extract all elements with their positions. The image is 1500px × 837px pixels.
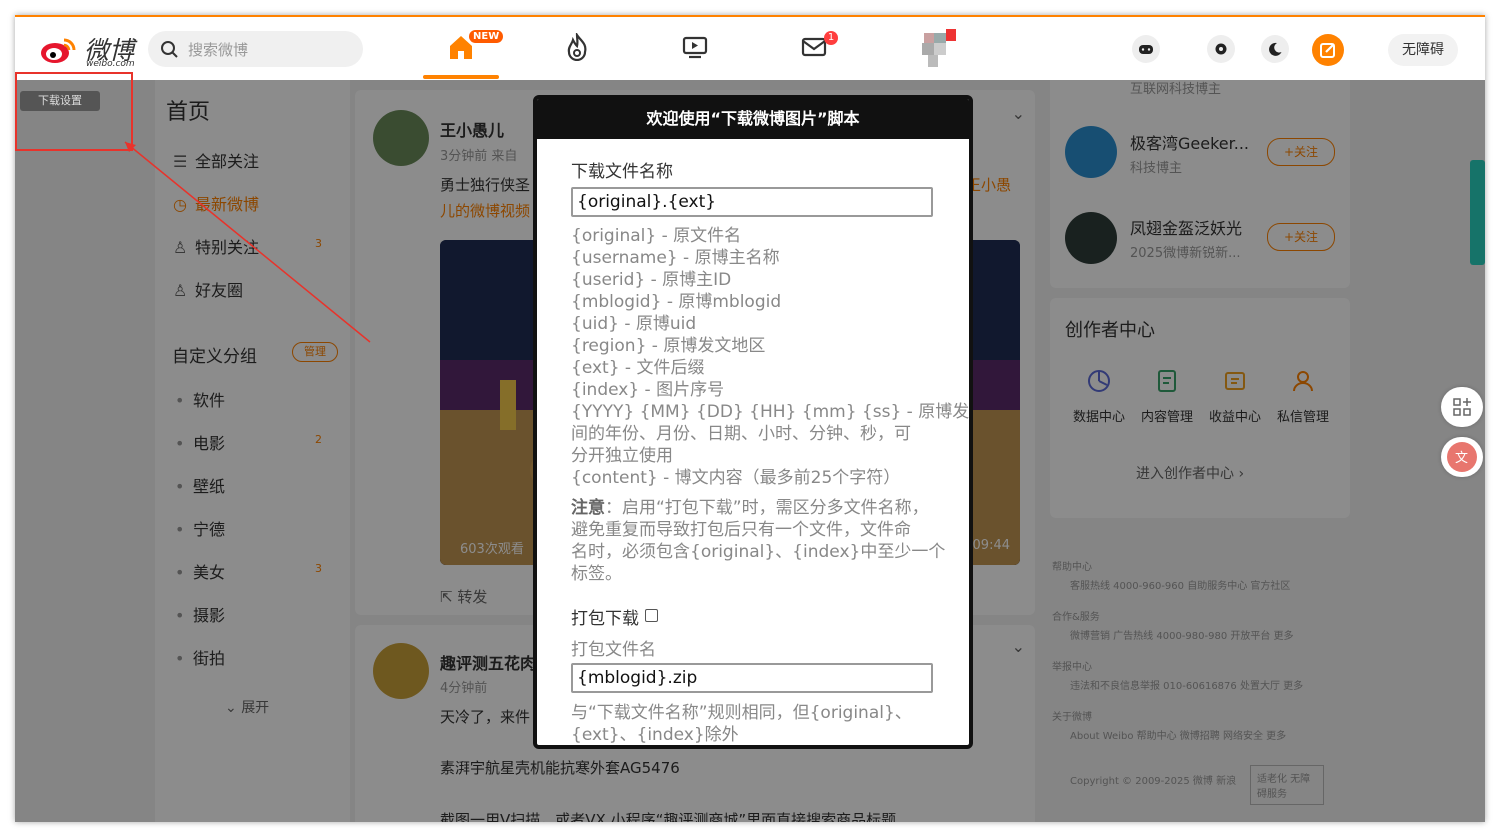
video-icon <box>682 36 708 59</box>
brand-domain: weibo.com <box>86 59 135 69</box>
annotation-arrow <box>124 141 371 343</box>
download-settings-dialog: 欢迎使用“下载微博图片”脚本 下载文件名称 {original}.{ext} {… <box>533 95 973 749</box>
zip-download-toggle[interactable]: 打包下载 <box>571 604 658 629</box>
dialog-title: 欢迎使用“下载微博图片”脚本 <box>537 99 969 139</box>
weibo-eye-icon <box>41 38 76 63</box>
help-line: 间的年份、月份、日期、小时、分钟、秒，可 <box>571 424 911 444</box>
help-line: {ext} - 文件后缀 <box>571 358 705 378</box>
flame-icon <box>567 33 587 61</box>
help-line: {index} - 图片序号 <box>571 380 725 400</box>
zip-name-input[interactable]: {mblogid}.zip <box>571 663 933 693</box>
nav-video[interactable] <box>673 27 717 71</box>
edit-icon <box>1320 43 1335 58</box>
filename-label: 下载文件名称 <box>571 162 673 182</box>
accessibility-button[interactable]: 无障碍 <box>1388 34 1458 66</box>
zip-naming-note: 注意：启用“打包下载”时，需区分多文件名称， 避免重复而导致打包后只有一个文件，… <box>571 497 946 585</box>
search-icon <box>161 41 178 58</box>
zip-checkbox-label: 打包下载 <box>571 609 639 629</box>
help-line: {content} - 博文内容（最多前25个字符） <box>571 468 901 488</box>
note-line: ：启用“打包下载”时，需区分多文件名称， <box>605 498 929 518</box>
help-line: 与“下载文件名称”规则相同，但{original}、 <box>571 703 912 723</box>
new-badge: NEW <box>469 30 504 43</box>
gear-icon <box>1215 43 1227 55</box>
browser-frame: 微博 weibo.com 搜索微博 NEW 1 无障碍 首页 ☰ 全部关注 ◷ … <box>15 15 1485 822</box>
qr-button[interactable] <box>1441 387 1483 427</box>
help-line: {YYYY} {MM} {DD} {HH} {mm} {ss} - 原博发布时 <box>571 402 973 422</box>
help-line: {userid} - 原博主ID <box>571 270 732 290</box>
filename-input[interactable]: {original}.{ext} <box>571 187 933 217</box>
filename-tag-help: {original} - 原文件名 {username} - 原博主名称 {us… <box>571 225 973 489</box>
search-box[interactable]: 搜索微博 <box>148 31 363 67</box>
gamepad-icon <box>1139 45 1153 54</box>
help-line: {original} - 原文件名 <box>571 226 742 246</box>
zip-name-help: 与“下载文件名称”规则相同，但{original}、 {ext}、{index}… <box>571 702 941 745</box>
zip-name-label: 打包文件名 <box>571 640 656 660</box>
home-active-underline <box>423 75 499 79</box>
help-line: {uid} - 原博uid <box>571 314 697 334</box>
help-line: {ext}、{index}除外 <box>571 725 739 745</box>
user-avatar[interactable] <box>918 29 956 67</box>
help-line: {region} - 原博发文地区 <box>571 336 766 356</box>
note-line: 避免重复而导致打包后只有一个文件，文件命 <box>571 520 911 540</box>
note-line: 名时，必须包含{original}、{index}中至少一个 <box>571 542 946 562</box>
note-line: 标签。 <box>571 564 622 584</box>
translate-button[interactable]: 文 <box>1441 437 1483 477</box>
zip-checkbox[interactable] <box>645 609 658 622</box>
translate-icon: 文 <box>1447 442 1477 472</box>
nav-hot[interactable] <box>555 27 599 71</box>
help-line: {username} - 原博主名称 <box>571 248 780 268</box>
help-line: 分开独立使用 <box>571 446 673 466</box>
compose-button[interactable] <box>1312 34 1344 66</box>
note-label: 注意 <box>571 498 605 518</box>
moon-icon <box>1269 42 1282 56</box>
svg-text:文: 文 <box>1455 451 1468 466</box>
game-button[interactable] <box>1132 35 1160 63</box>
grid-plus-icon <box>1453 398 1471 416</box>
search-placeholder: 搜索微博 <box>188 41 249 59</box>
help-line: {mblogid} - 原博mblogid <box>571 292 782 312</box>
weibo-logo[interactable]: 微博 weibo.com <box>40 31 140 69</box>
message-count-badge: 1 <box>824 31 838 45</box>
dark-mode-button[interactable] <box>1261 35 1289 63</box>
pixelated-avatar-icon <box>922 29 956 67</box>
annotation-highlight-box <box>15 72 133 151</box>
settings-button[interactable] <box>1207 35 1235 63</box>
